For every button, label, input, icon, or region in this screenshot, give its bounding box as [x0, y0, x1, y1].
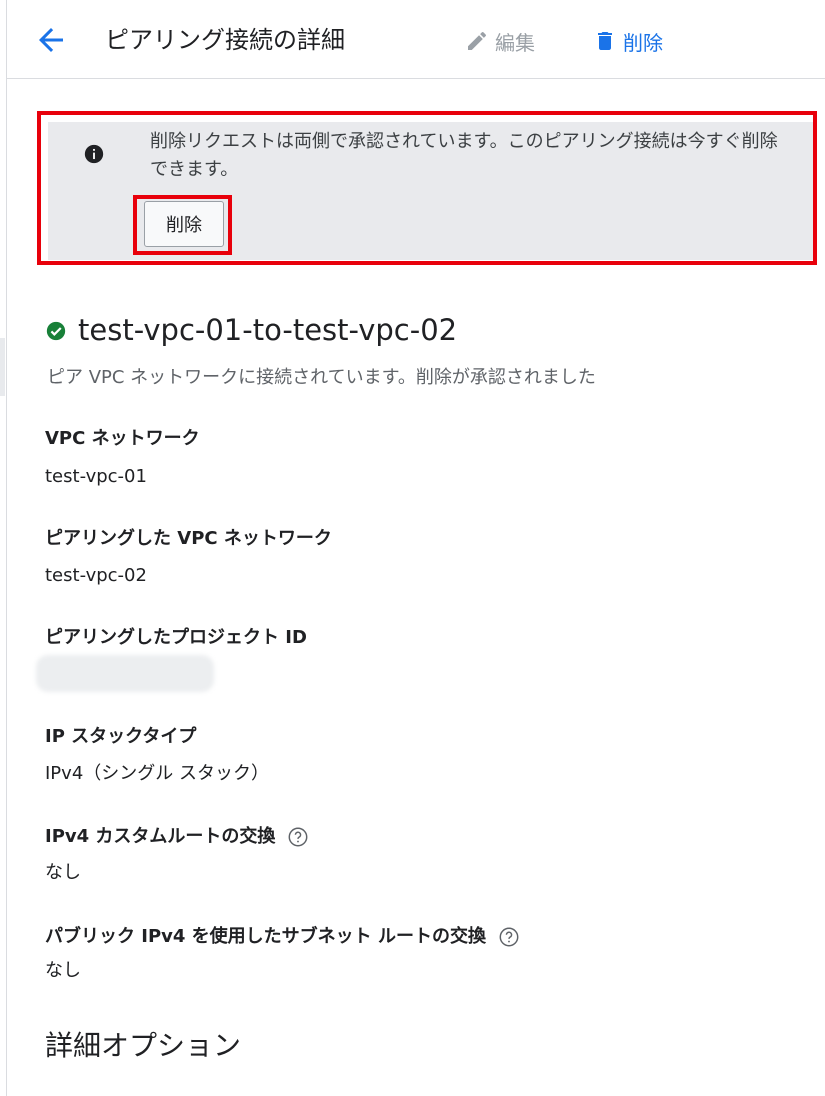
check-circle-icon — [46, 321, 66, 341]
left-panel-divider — [6, 0, 7, 1096]
help-icon[interactable] — [498, 926, 520, 948]
field-value-public-ip-subnet-routes: なし — [45, 960, 81, 981]
highlight-delete-button-box — [133, 195, 232, 255]
field-label-ip-stack-type: IP スタックタイプ — [45, 726, 197, 747]
connection-name: test-vpc-01-to-test-vpc-02 — [78, 313, 458, 347]
field-value-vpc-network: test-vpc-01 — [45, 466, 147, 487]
field-label-custom-routes: IPv4 カスタムルートの交換 — [45, 824, 309, 850]
connection-status: ピア VPC ネットワークに接続されています。削除が承認されました — [47, 367, 596, 388]
redacted-project-id — [36, 655, 214, 692]
field-label-peer-project-id: ピアリングしたプロジェクト ID — [45, 627, 307, 648]
field-value-ip-stack-type: IPv4（シングル スタック） — [45, 763, 269, 784]
field-value-custom-routes: なし — [45, 862, 81, 883]
delete-label: 削除 — [623, 30, 663, 55]
page-header: ピアリング接続の詳細 編集 削除 — [7, 0, 825, 79]
left-panel-edge — [0, 338, 5, 396]
field-value-peer-vpc-network: test-vpc-02 — [45, 565, 147, 586]
arrow-back-icon — [39, 28, 63, 52]
field-label-public-ip-subnet-routes: パブリック IPv4 を使用したサブネット ルートの交換 — [45, 924, 520, 950]
field-label-peer-vpc-network: ピアリングした VPC ネットワーク — [45, 528, 332, 549]
edit-pencil-icon — [468, 31, 487, 50]
page-title: ピアリング接続の詳細 — [105, 26, 345, 54]
trash-icon — [598, 32, 612, 50]
advanced-options-heading: 詳細オプション — [45, 1029, 242, 1062]
edit-label: 編集 — [495, 30, 535, 55]
help-icon[interactable] — [287, 826, 309, 848]
delete-button[interactable]: 削除 — [593, 24, 663, 58]
edit-button[interactable]: 編集 — [465, 24, 535, 58]
field-label-vpc-network: VPC ネットワーク — [45, 428, 200, 449]
back-button[interactable] — [33, 22, 69, 58]
